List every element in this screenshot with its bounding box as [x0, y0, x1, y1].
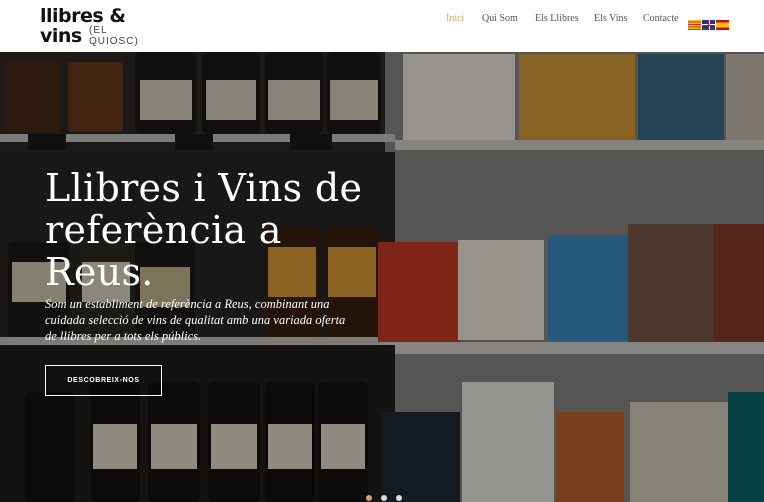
site-header: llibres & vins (EL QUIOSC) Inici Qui Som…	[0, 0, 764, 52]
slider-dot-3[interactable]	[396, 495, 402, 501]
discover-button[interactable]: DESCOBREIX-NOS	[45, 365, 162, 396]
language-switcher	[688, 20, 729, 30]
nav-item-qui-som[interactable]: Qui Som	[482, 13, 518, 24]
nav-item-contacte[interactable]: Contacte	[643, 13, 679, 24]
logo-sub-text: (EL QUIOSC)	[89, 25, 139, 47]
nav-item-inici[interactable]: Inici	[446, 13, 464, 24]
catalan-flag-icon[interactable]	[688, 20, 701, 30]
nav-item-els-llibres[interactable]: Els Llibres	[535, 13, 579, 24]
nav-item-els-vins[interactable]: Els Vins	[594, 13, 627, 24]
slider-dot-1[interactable]	[366, 495, 372, 501]
spain-flag-icon[interactable]	[716, 20, 729, 30]
uk-flag-icon[interactable]	[702, 20, 715, 30]
hero-title: Llibres i Vins de referència a Reus.	[45, 166, 363, 294]
hero-description: Som un establiment de referència a Reus,…	[45, 297, 346, 343]
hero-slider: Llibres i Vins de referència a Reus. Som…	[0, 52, 764, 502]
slider-pagination	[366, 495, 402, 501]
site-logo[interactable]: llibres & vins (EL QUIOSC)	[40, 6, 150, 47]
slider-dot-2[interactable]	[381, 495, 387, 501]
